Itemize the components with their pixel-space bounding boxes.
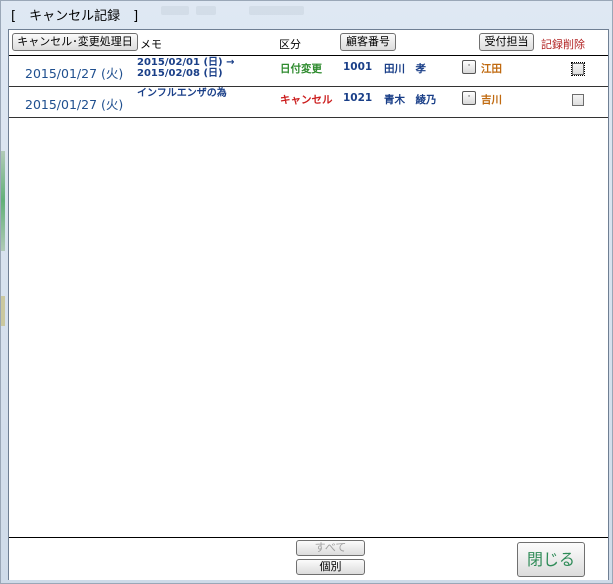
memo-line: 2015/02/08 (日) [137,68,223,79]
cancel-record-window: [ キャンセル記録 ] キャンセル･変更処理日 メモ 区分 顧客番号 受付担当 … [0,0,613,584]
process-date: 2015/01/27 (火) [25,66,124,81]
memo-header: メモ [140,38,162,51]
sort-by-date-button[interactable]: キャンセル･変更処理日 [12,33,138,51]
select-all-button[interactable]: すべて [296,540,365,556]
close-button[interactable]: 閉じる [517,542,585,577]
window-title: [ キャンセル記録 ] [11,9,139,24]
delete-checkbox[interactable] [571,62,585,76]
memo-text: インフルエンザの為 [137,88,227,99]
customer-number: 1021 [343,92,373,104]
delete-header: 記録削除 [541,38,585,51]
record-panel: キャンセル･変更処理日 メモ 区分 顧客番号 受付担当 記録削除 2015/01… [8,29,609,580]
process-date: 2015/01/27 (火) [25,97,124,112]
table-row: 2015/01/27 (火) インフルエンザの為 キャンセル 1021 青木 綾… [9,87,608,118]
customer-number: 1001 [343,61,373,73]
memo-text: 2015/02/01 (日) → 2015/02/08 (日) [137,57,234,79]
staff-select-button[interactable]: · [462,60,476,74]
sort-by-staff-button[interactable]: 受付担当 [479,33,534,51]
background-ghost [1,296,5,326]
background-ghost [161,6,189,15]
title-bar: [ キャンセル記録 ] [1,1,612,29]
kubun-value: 日付変更 [280,63,322,75]
staff-name: 吉川 [481,94,502,106]
background-ghost [249,6,304,15]
delete-checkbox[interactable] [572,94,584,106]
customer-name: 田川 孝 [384,63,426,75]
table-row: 2015/01/27 (火) 2015/02/01 (日) → 2015/02/… [9,56,608,87]
sort-by-customer-button[interactable]: 顧客番号 [340,33,396,51]
background-ghost [1,151,5,251]
kubun-value: キャンセル [280,94,333,106]
staff-select-button[interactable]: · [462,91,476,105]
memo-line: 2015/02/01 (日) → [137,57,235,68]
memo-line: インフルエンザの為 [137,88,227,99]
background-ghost [196,6,216,15]
column-header: キャンセル･変更処理日 メモ 区分 顧客番号 受付担当 記録削除 [9,30,608,56]
customer-name: 青木 綾乃 [384,94,437,106]
kubun-header: 区分 [279,38,301,51]
staff-name: 江田 [481,63,502,75]
footer-bar: すべて 個別 閉じる [9,537,608,580]
individual-button[interactable]: 個別 [296,559,365,575]
